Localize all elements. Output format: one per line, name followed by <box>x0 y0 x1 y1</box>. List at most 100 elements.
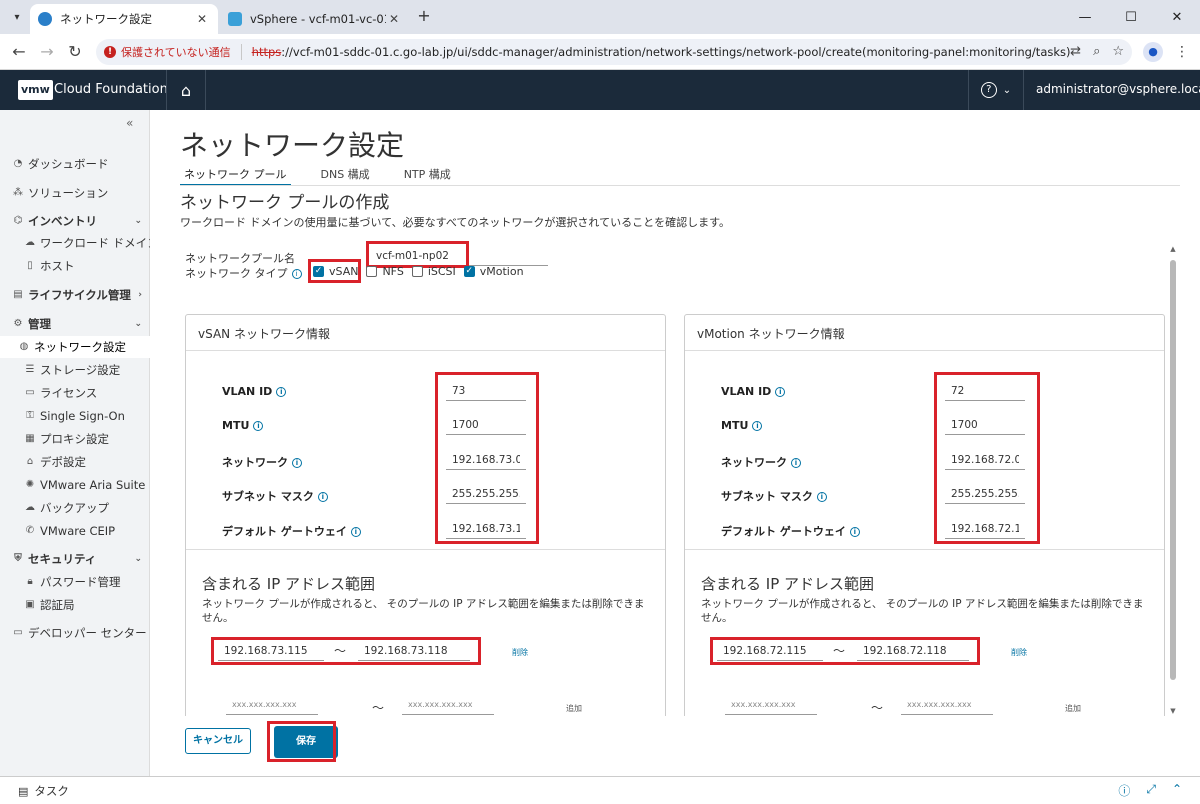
profile-avatar-icon[interactable]: ● <box>1143 42 1163 62</box>
sidebar-item-license[interactable]: ▭ ライセンス <box>0 382 150 404</box>
card-title: vMotion ネットワーク情報 <box>685 315 1164 351</box>
checkbox-vsan[interactable]: ✓ vSAN <box>313 265 358 278</box>
delete-range-link[interactable]: 削除 <box>1011 647 1027 658</box>
save-button[interactable]: 保存 <box>274 726 338 758</box>
checkbox-nfs[interactable]: NFS <box>366 265 404 278</box>
vmotion-network-input[interactable] <box>945 450 1025 470</box>
sidebar-item-ceip[interactable]: ✆ VMware CEIP <box>0 520 150 542</box>
vsan-vlan-input[interactable] <box>446 381 526 401</box>
address-bar[interactable]: ! 保護されていない通信 https://vcf-m01-sddc-01.c.g… <box>96 39 1132 65</box>
maximize-icon[interactable]: ☐ <box>1108 0 1154 34</box>
scroll-up-icon[interactable]: ▲ <box>1168 244 1178 254</box>
sidebar-item-solutions[interactable]: ⁂ ソリューション <box>0 182 150 204</box>
info-icon[interactable]: i <box>752 421 763 431</box>
vsan-new-range-end-input[interactable] <box>402 695 494 715</box>
info-icon[interactable]: i <box>350 527 361 537</box>
form-scroll-region[interactable]: ネットワークプール名 ネットワーク タイプi ✓vSAN NFS iSCSI ✓… <box>180 238 1180 716</box>
vsan-subnet-input[interactable] <box>446 484 526 504</box>
sidebar-group-lifecycle[interactable]: ▤ ライフサイクル管理 › <box>0 284 150 306</box>
minimize-icon[interactable]: — <box>1062 0 1108 34</box>
tab-search-chevron-icon[interactable]: ▾ <box>6 6 28 28</box>
delete-range-link[interactable]: 削除 <box>512 647 528 658</box>
info-icon[interactable]: i <box>276 387 287 397</box>
sidebar-item-developer-center[interactable]: ▭ デベロッパー センター <box>0 622 150 644</box>
sidebar-group-inventory[interactable]: ⌬ インベントリ ⌄ <box>0 210 150 232</box>
bookmark-star-icon[interactable]: ☆ <box>1112 44 1124 59</box>
tab-dns[interactable]: DNS 構成 <box>317 166 374 186</box>
checkbox-iscsi[interactable]: iSCSI <box>411 265 456 278</box>
sidebar-item-dashboard[interactable]: ◔ ダッシュボード <box>0 153 150 175</box>
info-icon[interactable]: i <box>816 492 827 502</box>
vmotion-mtu-input[interactable] <box>945 415 1025 435</box>
expand-icon[interactable]: ⤢ <box>1146 782 1156 799</box>
reload-icon[interactable]: ↻ <box>64 41 86 63</box>
not-secure-chip[interactable]: ! 保護されていない通信 <box>104 44 242 60</box>
info-icon[interactable]: i <box>317 492 328 502</box>
sidebar-item-aria-suite[interactable]: ✺ VMware Aria Suite <box>0 474 150 496</box>
translate-icon[interactable]: ⇄ <box>1070 44 1081 59</box>
chevron-right-icon: › <box>138 290 142 300</box>
sidebar-item-label: ネットワーク設定 <box>34 340 126 354</box>
info-icon[interactable]: i <box>253 421 264 431</box>
browser-tab-vsphere[interactable]: vSphere - vcf-m01-vc-01.c.go-l ✕ <box>220 4 410 34</box>
sidebar-item-hosts[interactable]: ▯ ホスト <box>0 255 150 277</box>
zoom-icon[interactable]: ⌕ <box>1093 44 1100 59</box>
sidebar-item-backup[interactable]: ☁ バックアップ <box>0 497 150 519</box>
chevron-down-icon: ⌄ <box>134 319 142 329</box>
help-icon[interactable]: ⓘ <box>1118 782 1130 799</box>
form-scrollbar[interactable]: ▲ ▼ <box>1168 244 1178 716</box>
info-icon[interactable]: i <box>775 387 786 397</box>
checkbox-vmotion[interactable]: ✓ vMotion <box>463 265 524 278</box>
security-shield-icon: ⛨ <box>14 553 22 564</box>
add-range-link[interactable]: 追加 <box>1065 703 1081 714</box>
sidebar-group-admin[interactable]: ⚙ 管理 ⌄ <box>0 313 150 335</box>
vmotion-new-range-start-input[interactable] <box>725 695 817 715</box>
sidebar-item-storage-settings[interactable]: ☰ ストレージ設定 <box>0 359 150 381</box>
tab-network-pool[interactable]: ネットワーク プール <box>180 166 291 186</box>
sidebar-item-workload-domain[interactable]: ☁ ワークロード ドメイン <box>0 232 159 254</box>
info-icon[interactable]: i <box>292 458 302 468</box>
vmotion-subnet-input[interactable] <box>945 484 1025 504</box>
vmotion-range-end-input[interactable] <box>857 641 969 661</box>
sidebar-item-proxy[interactable]: ▦ プロキシ設定 <box>0 428 150 450</box>
vmotion-gateway-input[interactable] <box>945 519 1025 539</box>
info-icon[interactable]: i <box>791 458 801 468</box>
vmotion-vlan-input[interactable] <box>945 381 1025 401</box>
vsan-gateway-input[interactable] <box>446 519 526 539</box>
scrollbar-thumb[interactable] <box>1170 260 1176 680</box>
sidebar-group-security[interactable]: ⛨ セキュリティ ⌄ <box>0 548 150 570</box>
user-menu[interactable]: administrator@vsphere.local⌄ <box>1036 82 1200 96</box>
vmotion-range-start-input[interactable] <box>717 641 823 661</box>
info-icon[interactable]: i <box>291 269 302 279</box>
collapse-sidebar-icon[interactable]: « <box>126 116 133 130</box>
browser-menu-icon[interactable]: ⋮ <box>1172 42 1192 62</box>
sidebar-item-sso[interactable]: ⚿ Single Sign-On <box>0 405 150 427</box>
new-tab-plus-icon[interactable]: + <box>414 7 434 27</box>
sidebar-item-certificate-authority[interactable]: ▣ 認証局 <box>0 594 150 616</box>
vsan-network-input[interactable] <box>446 450 526 470</box>
tab-close-icon[interactable]: ✕ <box>386 12 402 26</box>
sidebar-item-password-management[interactable]: 🔒︎ パスワード管理 <box>0 571 150 593</box>
tab-ntp[interactable]: NTP 構成 <box>400 166 455 186</box>
add-range-link[interactable]: 追加 <box>566 703 582 714</box>
info-icon[interactable]: i <box>849 527 860 537</box>
tab-close-icon[interactable]: ✕ <box>194 12 210 26</box>
chevron-up-icon[interactable]: ⌃ <box>1172 782 1182 799</box>
cancel-button[interactable]: キャンセル <box>185 728 251 754</box>
browser-tab-strip: ▾ ネットワーク設定 ✕ vSphere - vcf-m01-vc-01.c.g… <box>0 0 1200 34</box>
window-close-icon[interactable]: ✕ <box>1154 0 1200 34</box>
forward-arrow-icon[interactable]: → <box>36 41 58 63</box>
vsan-new-range-start-input[interactable] <box>226 695 318 715</box>
home-button[interactable]: ⌂ <box>166 70 206 110</box>
sidebar-item-depot[interactable]: ⌂ デポ設定 <box>0 451 150 473</box>
sidebar-item-network-settings[interactable]: ◍ ネットワーク設定 <box>0 336 150 358</box>
help-menu-button[interactable]: ? ⌄ <box>968 70 1024 110</box>
browser-tab-network-settings[interactable]: ネットワーク設定 ✕ <box>30 4 218 34</box>
vsan-mtu-input[interactable] <box>446 415 526 435</box>
vmotion-new-range-end-input[interactable] <box>901 695 993 715</box>
back-arrow-icon[interactable]: ← <box>8 41 30 63</box>
vsan-range-end-input[interactable] <box>358 641 470 661</box>
vsan-range-start-input[interactable] <box>218 641 324 661</box>
scroll-down-icon[interactable]: ▼ <box>1168 706 1178 716</box>
tasks-toggle[interactable]: ▤ タスク <box>18 783 69 799</box>
